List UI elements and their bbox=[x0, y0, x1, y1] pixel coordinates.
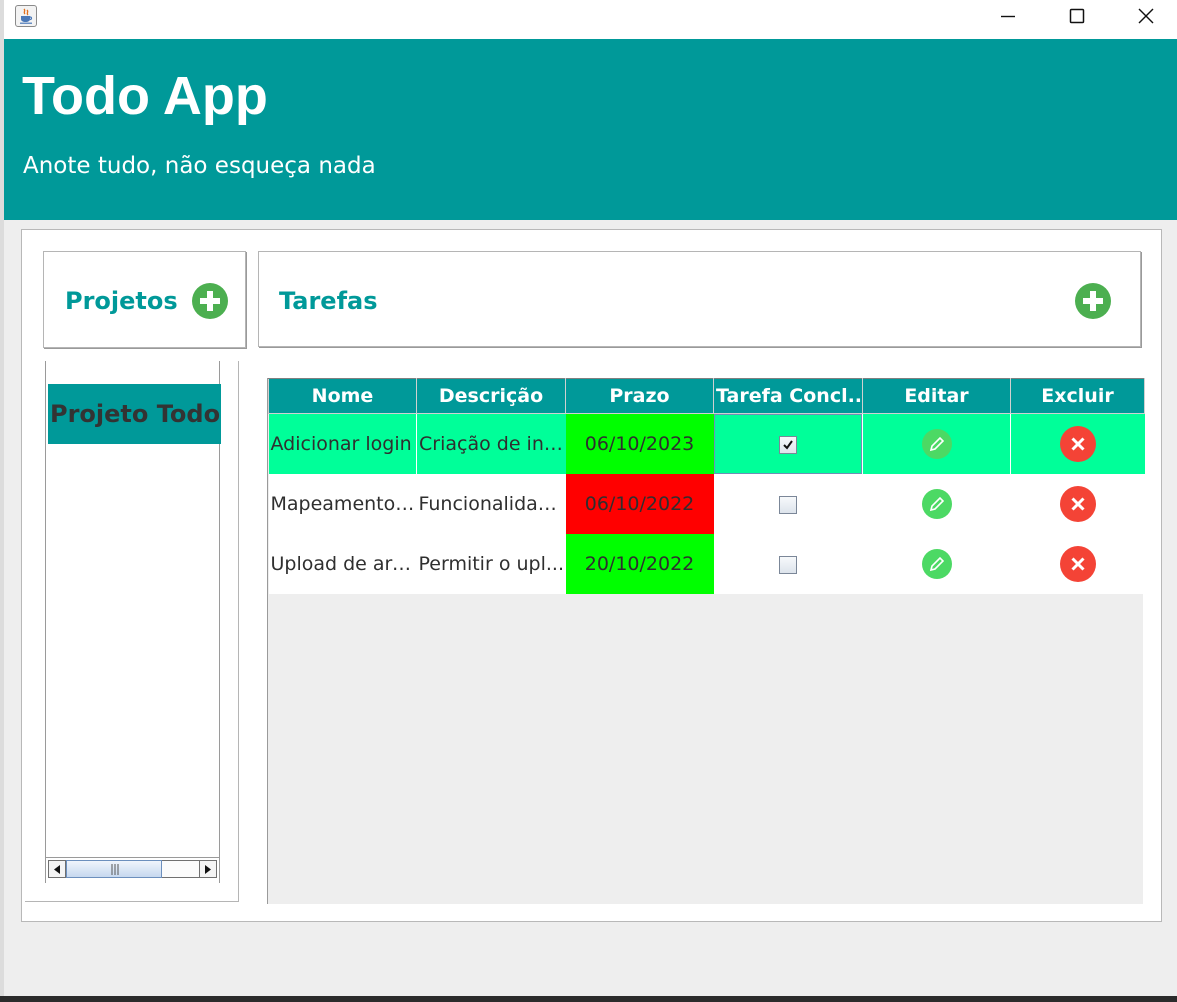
app-subtitle: Anote tudo, não esqueça nada bbox=[23, 153, 376, 179]
horizontal-scrollbar[interactable] bbox=[46, 857, 219, 881]
pencil-icon[interactable] bbox=[921, 489, 952, 519]
app-header: Todo App Anote tudo, não esqueça nada bbox=[4, 39, 1177, 220]
grip-icon bbox=[111, 864, 119, 875]
pencil-icon[interactable] bbox=[921, 429, 952, 459]
table-row[interactable]: Upload de arq... Permitir o upl... 20/10… bbox=[268, 534, 1145, 594]
task-name[interactable]: Adicionar login bbox=[268, 413, 417, 474]
column-header-delete[interactable]: Excluir bbox=[1010, 378, 1145, 414]
title-bar bbox=[4, 0, 1177, 39]
task-deadline[interactable]: 20/10/2022 bbox=[565, 534, 714, 594]
task-completed-cell[interactable] bbox=[713, 474, 863, 534]
task-description[interactable]: Funcionalidad... bbox=[416, 474, 566, 534]
minimize-button[interactable] bbox=[985, 0, 1031, 32]
projects-title: Projetos bbox=[65, 287, 178, 315]
close-icon bbox=[1138, 8, 1154, 24]
tasks-table: Nome Descrição Prazo Tarefa Concl... Edi… bbox=[268, 378, 1145, 594]
scroll-left-button[interactable] bbox=[48, 860, 66, 878]
scroll-right-button[interactable] bbox=[199, 860, 217, 878]
task-completed-checkbox[interactable] bbox=[778, 435, 797, 454]
task-delete-cell[interactable] bbox=[1010, 534, 1145, 594]
tasks-title: Tarefas bbox=[279, 287, 378, 315]
app-title: Todo App bbox=[22, 66, 268, 126]
column-header-edit[interactable]: Editar bbox=[862, 378, 1011, 414]
maximize-icon bbox=[1069, 8, 1085, 24]
java-cup-icon[interactable] bbox=[15, 5, 37, 27]
task-completed-checkbox[interactable] bbox=[779, 555, 797, 574]
column-header-description[interactable]: Descrição bbox=[416, 378, 566, 414]
table-header-row: Nome Descrição Prazo Tarefa Concl... Edi… bbox=[268, 378, 1145, 414]
column-header-completed[interactable]: Tarefa Concl... bbox=[713, 378, 863, 414]
minimize-icon bbox=[1001, 15, 1015, 18]
task-edit-cell[interactable] bbox=[862, 474, 1011, 534]
plus-circle-icon[interactable] bbox=[191, 282, 229, 320]
table-row[interactable]: Mapeamento ... Funcionalidad... 06/10/20… bbox=[268, 474, 1145, 534]
x-circle-icon[interactable] bbox=[1059, 426, 1096, 462]
app-window: Todo App Anote tudo, não esqueça nada Pr… bbox=[4, 0, 1177, 996]
task-deadline[interactable]: 06/10/2023 bbox=[565, 413, 714, 474]
arrow-right-icon bbox=[205, 865, 211, 874]
task-delete-cell[interactable] bbox=[1010, 413, 1145, 474]
table-row[interactable]: Adicionar login Criação de int... 06/10/… bbox=[268, 413, 1145, 474]
task-completed-checkbox[interactable] bbox=[779, 495, 797, 514]
taskbar-edge bbox=[0, 996, 1177, 1002]
task-completed-cell[interactable] bbox=[713, 413, 863, 474]
task-completed-cell[interactable] bbox=[713, 534, 863, 594]
project-list[interactable]: Projeto Todo bbox=[45, 361, 221, 883]
scroll-thumb[interactable] bbox=[66, 860, 162, 878]
task-name[interactable]: Mapeamento ... bbox=[268, 474, 417, 534]
task-name[interactable]: Upload de arq... bbox=[268, 534, 417, 594]
close-button[interactable] bbox=[1123, 0, 1169, 32]
scroll-track[interactable] bbox=[66, 860, 199, 878]
plus-circle-icon[interactable] bbox=[1074, 282, 1112, 320]
x-circle-icon[interactable] bbox=[1059, 486, 1096, 522]
tasks-table-area: Nome Descrição Prazo Tarefa Concl... Edi… bbox=[267, 378, 1145, 904]
column-header-name[interactable]: Nome bbox=[268, 378, 417, 414]
task-delete-cell[interactable] bbox=[1010, 474, 1145, 534]
column-header-deadline[interactable]: Prazo bbox=[565, 378, 714, 414]
task-description[interactable]: Criação de int... bbox=[416, 413, 566, 474]
projects-header: Projetos bbox=[43, 251, 246, 348]
task-edit-cell[interactable] bbox=[862, 534, 1011, 594]
task-edit-cell[interactable] bbox=[862, 413, 1011, 474]
check-icon bbox=[783, 439, 793, 450]
tasks-header: Tarefas bbox=[258, 251, 1141, 347]
task-description[interactable]: Permitir o upl... bbox=[416, 534, 566, 594]
maximize-button[interactable] bbox=[1054, 0, 1100, 32]
project-item[interactable]: Projeto Todo bbox=[48, 384, 221, 444]
main-panel: Projetos Tarefas Projeto Todo Nome Descr… bbox=[21, 229, 1162, 922]
x-circle-icon[interactable] bbox=[1059, 546, 1096, 582]
pencil-icon[interactable] bbox=[921, 549, 952, 579]
task-deadline[interactable]: 06/10/2022 bbox=[565, 474, 714, 534]
arrow-left-icon bbox=[54, 865, 60, 874]
project-list-panel: Projeto Todo bbox=[25, 361, 239, 902]
